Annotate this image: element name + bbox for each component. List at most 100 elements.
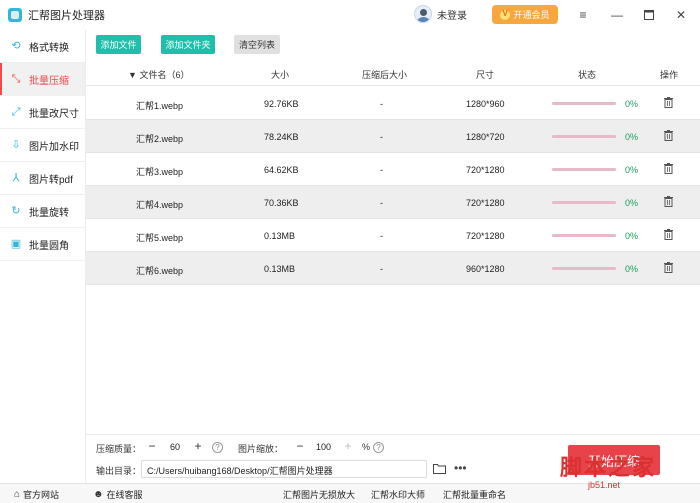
progress-percent: 0% (625, 99, 639, 109)
sidebar-item-format-convert[interactable]: ⟲ 格式转换 (0, 30, 85, 63)
app-title: 汇帮图片处理器 (28, 10, 105, 22)
column-size-label: 大小 (271, 70, 290, 80)
compressed-size: - (380, 165, 383, 175)
refresh-icon: ⟲ (11, 40, 21, 52)
pdf-icon: ⅄ (12, 172, 20, 184)
title-bar: 汇帮图片处理器 未登录 开通会员 ≡ — ✕ (0, 0, 700, 30)
output-path-field[interactable]: C:/Users/huibang168/Desktop/汇帮图片处理器 (141, 460, 427, 478)
quality-value[interactable]: 60 (170, 442, 180, 452)
table-row[interactable]: 汇帮4.webp 70.36KB - 720*1280 0% (86, 186, 700, 219)
file-size: 64.62KB (264, 165, 299, 175)
progress-percent: 0% (625, 198, 639, 208)
sidebar-item-image-to-pdf[interactable]: ⅄ 图片转pdf (0, 162, 85, 195)
table-row[interactable]: 汇帮6.webp 0.13MB - 960*1280 0% (86, 252, 700, 285)
close-icon[interactable]: ✕ (672, 6, 690, 24)
progress-percent: 0% (625, 231, 639, 241)
more-icon[interactable]: ••• (454, 461, 467, 475)
sidebar-item-label: 批量改尺寸 (29, 108, 79, 120)
file-dimensions: 720*1280 (466, 231, 505, 241)
compressed-size: - (380, 264, 383, 274)
delete-icon[interactable] (664, 97, 673, 108)
output-label: 输出目录： (96, 466, 142, 476)
file-name: 汇帮3.webp (136, 167, 184, 177)
folder-icon[interactable] (433, 463, 446, 474)
table-row[interactable]: 汇帮2.webp 78.24KB - 1280*720 0% (86, 120, 700, 153)
compress-settings: 压缩质量： − 60 + ? 图片缩放： − 100 + % ? 输出目录： C… (86, 434, 700, 484)
sort-down-icon: ▼ (128, 70, 137, 80)
file-size: 92.76KB (264, 99, 299, 109)
clear-list-button[interactable]: 清空列表 (234, 35, 280, 54)
avatar[interactable] (414, 5, 432, 23)
status-bar: ⌂ 官方网站 ☻ 在线客服 汇帮图片无损放大 汇帮水印大师 汇帮批量重命名 (0, 483, 700, 503)
column-status-label: 状态 (578, 70, 597, 80)
round-corner-icon: ▣ (10, 238, 22, 250)
delete-icon[interactable] (664, 130, 673, 141)
file-dimensions: 1280*720 (466, 132, 505, 142)
file-dimensions: 720*1280 (466, 198, 505, 208)
delete-icon[interactable] (664, 163, 673, 174)
table-header: ▼ 文件名（6） 大小 压缩后大小 尺寸 状态 操作 (86, 60, 700, 86)
column-action-label: 操作 (660, 70, 679, 80)
vip-label: 开通会员 (513, 10, 550, 20)
delete-icon[interactable] (664, 196, 673, 207)
table-row[interactable]: 汇帮1.webp 92.76KB - 1280*960 0% (86, 87, 700, 120)
link-batch-rename[interactable]: 汇帮批量重命名 (443, 488, 506, 501)
start-compress-button[interactable]: 开始压缩 (568, 445, 660, 475)
compressed-size: - (380, 231, 383, 241)
progress-bar (552, 102, 616, 105)
add-file-button[interactable]: 添加文件 (96, 35, 141, 54)
progress-bar (552, 234, 616, 237)
scale-value[interactable]: 100 (316, 442, 331, 452)
progress-percent: 0% (625, 165, 639, 175)
headset-icon: ☻ (93, 489, 104, 500)
sidebar-item-batch-compress[interactable]: ⤡ 批量压缩 (0, 63, 85, 96)
sidebar-item-label: 格式转换 (29, 42, 69, 54)
sidebar-item-batch-resize[interactable]: ⤢ 批量改尺寸 (0, 96, 85, 129)
sidebar-item-watermark[interactable]: ⇩ 图片加水印 (0, 129, 85, 162)
scale-decrease-button[interactable]: − (294, 439, 306, 453)
delete-icon[interactable] (664, 262, 673, 273)
app-window: 汇帮图片处理器 未登录 开通会员 ≡ — ✕ ⟲ 格式转换 ⤡ 批量压缩 ⤢ 批… (0, 0, 700, 503)
scale-unit: % (362, 442, 371, 452)
progress-percent: 0% (625, 264, 639, 274)
progress-percent: 0% (625, 132, 639, 142)
link-upscale[interactable]: 汇帮图片无损放大 (283, 488, 355, 501)
file-dimensions: 720*1280 (466, 165, 505, 175)
progress-bar (552, 168, 616, 171)
progress-bar (552, 135, 616, 138)
scale-label: 图片缩放： (238, 444, 284, 454)
sidebar-item-label: 批量压缩 (29, 75, 69, 87)
vip-crown-icon (500, 9, 511, 20)
login-status-label[interactable]: 未登录 (437, 7, 467, 22)
add-folder-button[interactable]: 添加文件夹 (161, 35, 215, 54)
file-name: 汇帮5.webp (136, 233, 184, 243)
website-link[interactable]: ⌂ 官方网站 (14, 488, 59, 501)
table-row[interactable]: 汇帮3.webp 64.62KB - 720*1280 0% (86, 153, 700, 186)
scale-increase-button[interactable]: + (342, 439, 354, 453)
maximize-icon[interactable] (640, 6, 658, 24)
vip-button[interactable]: 开通会员 (492, 5, 558, 24)
quality-increase-button[interactable]: + (192, 439, 204, 453)
quality-decrease-button[interactable]: − (146, 439, 158, 453)
link-watermark-master[interactable]: 汇帮水印大师 (371, 488, 425, 501)
quality-label: 压缩质量： (96, 444, 142, 454)
home-icon: ⌂ (14, 489, 21, 500)
resize-icon: ⤢ (11, 106, 21, 118)
table-row[interactable]: 汇帮5.webp 0.13MB - 720*1280 0% (86, 219, 700, 252)
delete-icon[interactable] (664, 229, 673, 240)
file-dimensions: 1280*960 (466, 99, 505, 109)
user-login[interactable]: 未登录 (414, 5, 467, 23)
compress-icon: ⤡ (11, 73, 21, 85)
sidebar-item-batch-rotate[interactable]: ↻ 批量旋转 (0, 195, 85, 228)
scale-help-icon[interactable]: ? (373, 442, 384, 453)
support-link[interactable]: ☻ 在线客服 (93, 488, 143, 501)
compressed-size: - (380, 198, 383, 208)
sidebar: ⟲ 格式转换 ⤡ 批量压缩 ⤢ 批量改尺寸 ⇩ 图片加水印 ⅄ 图片转pdf ↻… (0, 30, 86, 483)
menu-icon[interactable]: ≡ (574, 6, 592, 24)
sort-name-column[interactable]: ▼ 文件名（6） (128, 68, 189, 81)
toolbar: 添加文件 添加文件夹 清空列表 (86, 30, 700, 60)
minimize-icon[interactable]: — (608, 6, 626, 24)
quality-help-icon[interactable]: ? (212, 442, 223, 453)
watermark-icon: ⇩ (11, 139, 21, 151)
sidebar-item-round-corner[interactable]: ▣ 批量圆角 (0, 228, 85, 261)
